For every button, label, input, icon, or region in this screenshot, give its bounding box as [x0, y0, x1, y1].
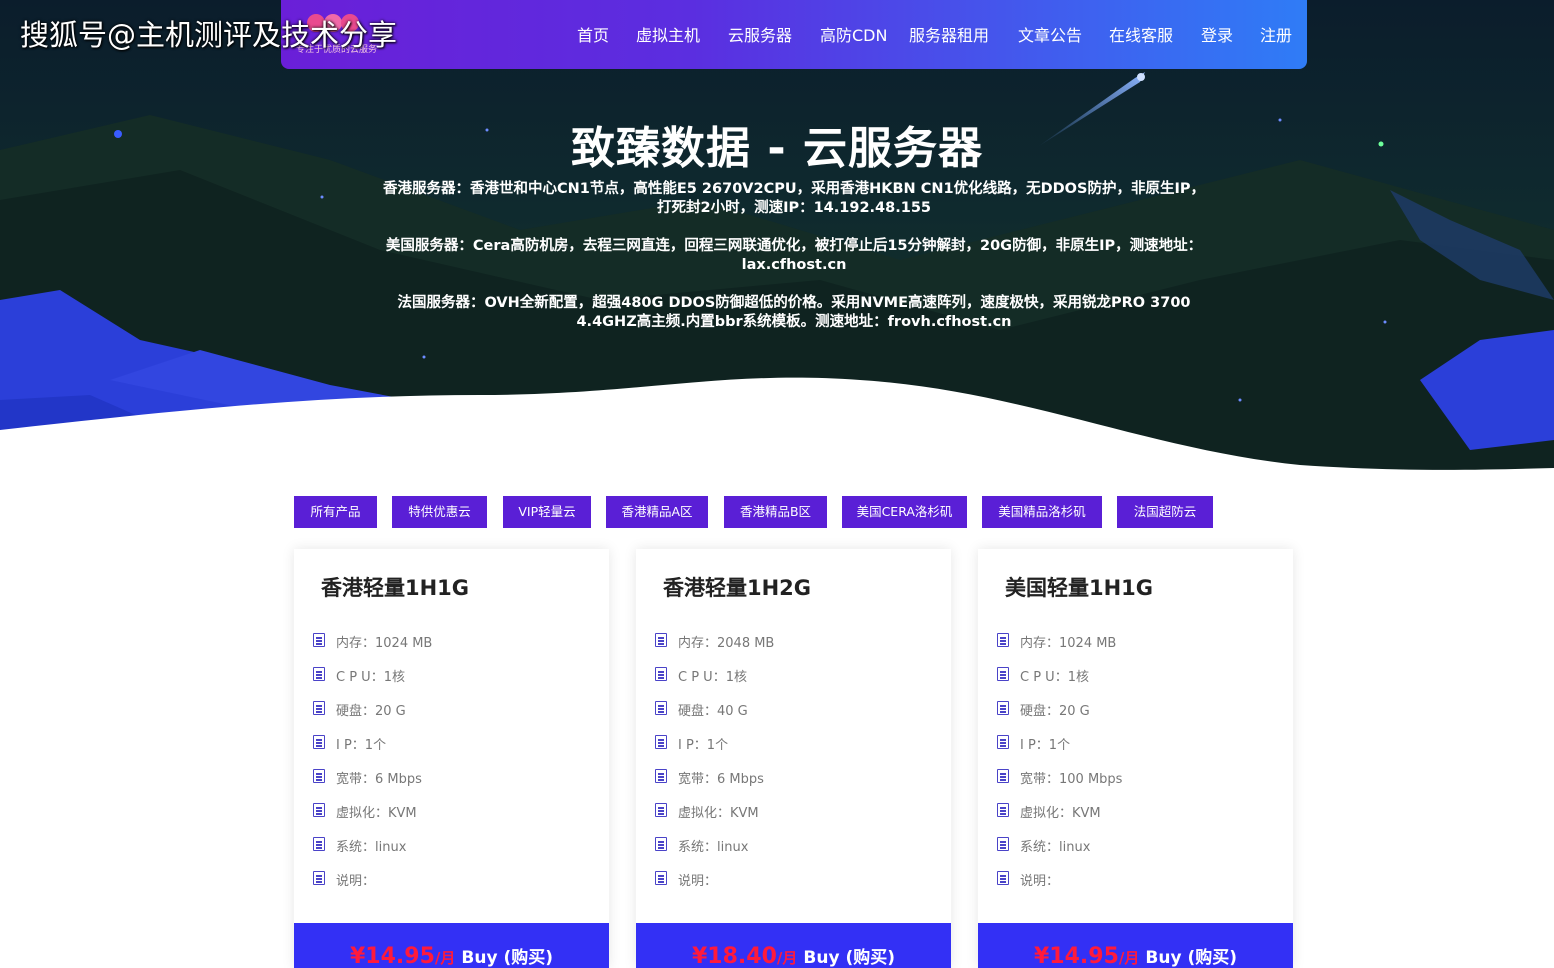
document-list-icon [313, 871, 325, 885]
document-list-icon [997, 701, 1009, 715]
nav-register[interactable]: 注册 [1260, 22, 1292, 46]
document-list-icon [997, 667, 1009, 681]
document-list-icon [997, 871, 1009, 885]
filter-us-cera[interactable]: 美国CERA洛杉矶 [842, 496, 967, 528]
product-title: 香港轻量1H2G [663, 576, 812, 600]
filter-vip[interactable]: VIP轻量云 [503, 496, 591, 528]
document-list-icon [655, 701, 667, 715]
watermark: 搜狐号@主机测评及技术分享 [20, 18, 398, 52]
page-title: 致臻数据 - 云服务器 [571, 123, 983, 174]
document-list-icon [313, 667, 325, 681]
document-list-icon [655, 803, 667, 817]
nav-support[interactable]: 在线客服 [1109, 22, 1173, 46]
filter-us-la[interactable]: 美国精品洛杉矶 [982, 496, 1102, 528]
hero-desc-us: 美国服务器：Cera高防机房，去程三网直连，回程三网联通优化，被打停止后15分钟… [385, 238, 1203, 273]
buy-button[interactable]: ¥14.95/月 Buy (购买) [294, 923, 609, 968]
document-list-icon [655, 667, 667, 681]
document-list-icon [655, 633, 667, 647]
price: ¥18.40 [692, 944, 777, 968]
filter-fr[interactable]: 法国超防云 [1117, 496, 1213, 528]
nav-server-rental[interactable]: 服务器租用 [909, 22, 989, 46]
buy-label[interactable]: Buy (购买) [461, 948, 553, 968]
document-list-icon [997, 735, 1009, 749]
price-period: /月 [1118, 949, 1140, 967]
filter-all[interactable]: 所有产品 [294, 496, 377, 528]
product-title: 香港轻量1H1G [321, 576, 470, 600]
buy-label[interactable]: Buy (购买) [803, 948, 895, 968]
document-list-icon [313, 633, 325, 647]
nav-announcements[interactable]: 文章公告 [1018, 22, 1082, 46]
document-list-icon [313, 735, 325, 749]
document-list-icon [655, 871, 667, 885]
price: ¥14.95 [1034, 944, 1119, 968]
nav-login[interactable]: 登录 [1201, 22, 1233, 46]
hero-desc-fr: 法国服务器：OVH全新配置，超强480G DDOS防御超低的价格。采用NVME高… [397, 295, 1191, 330]
nav-virtual-host[interactable]: 虚拟主机 [636, 22, 700, 46]
buy-button[interactable]: ¥14.95/月 Buy (购买) [978, 923, 1293, 968]
document-list-icon [313, 837, 325, 851]
hero-banner: 专注于优质的云服务 首页 虚拟主机 云服务器 高防CDN 服务器租用 文章公告 … [0, 0, 1554, 470]
document-list-icon [313, 769, 325, 783]
document-list-icon [997, 633, 1009, 647]
document-list-icon [997, 837, 1009, 851]
product-title: 美国轻量1H1G [1005, 576, 1154, 600]
hero-desc-hk: 香港服务器：香港世和中心CN1节点，高性能E5 2670V2CPU，采用香港HK… [383, 181, 1205, 216]
nav-home[interactable]: 首页 [577, 22, 609, 46]
price-period: /月 [434, 949, 456, 967]
document-list-icon [313, 803, 325, 817]
filter-hk-b[interactable]: 香港精品B区 [724, 496, 827, 528]
document-list-icon [997, 803, 1009, 817]
price: ¥14.95 [350, 944, 435, 968]
product-card: 香港轻量1H2G 内存：2048 MB C P U：1核 硬盘：40 G I P… [636, 549, 951, 968]
document-list-icon [655, 769, 667, 783]
nav-cloud-server[interactable]: 云服务器 [728, 22, 792, 46]
price-period: /月 [776, 949, 798, 967]
hero-background [0, 72, 1554, 470]
buy-button[interactable]: ¥18.40/月 Buy (购买) [636, 923, 951, 968]
document-list-icon [997, 769, 1009, 783]
product-card: 香港轻量1H1G 内存：1024 MB C P U：1核 硬盘：20 G I P… [294, 549, 609, 968]
nav-cdn[interactable]: 高防CDN [820, 22, 887, 46]
document-list-icon [655, 837, 667, 851]
buy-label[interactable]: Buy (购买) [1145, 948, 1237, 968]
document-list-icon [313, 701, 325, 715]
filter-hk-a[interactable]: 香港精品A区 [606, 496, 708, 528]
document-list-icon [655, 735, 667, 749]
filter-special[interactable]: 特供优惠云 [392, 496, 487, 528]
product-card: 美国轻量1H1G 内存：1024 MB C P U：1核 硬盘：20 G I P… [978, 549, 1293, 968]
